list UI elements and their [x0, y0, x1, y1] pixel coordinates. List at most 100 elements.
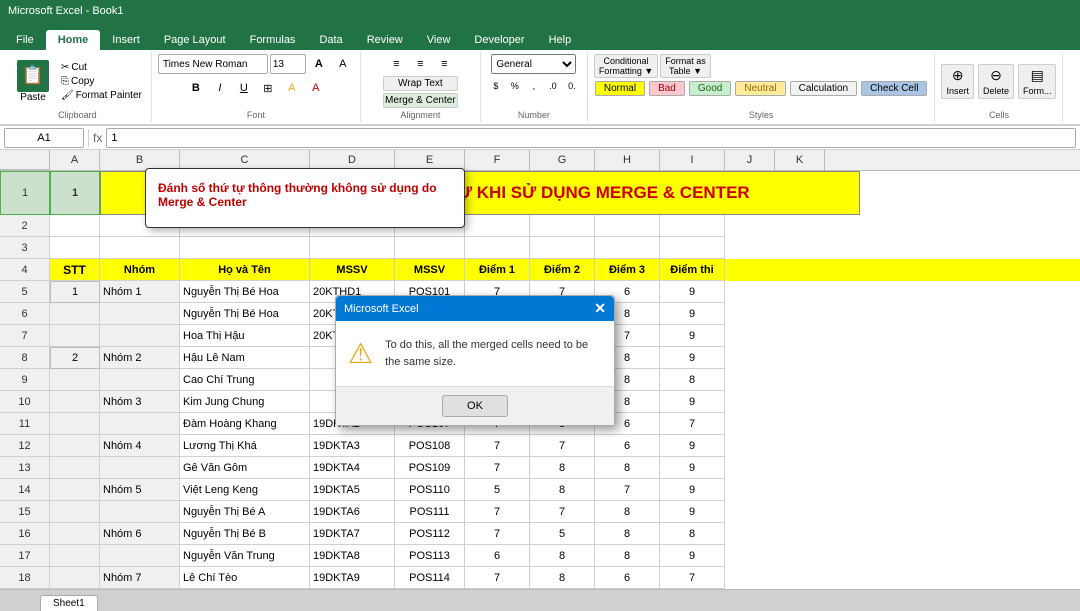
cell-f4[interactable]: Điểm 1 — [465, 259, 530, 281]
cell-i13[interactable]: 9 — [660, 457, 725, 479]
cell-e12[interactable]: POS108 — [395, 435, 465, 457]
col-header-h[interactable]: H — [595, 150, 660, 170]
cell-g15[interactable]: 7 — [530, 501, 595, 523]
cell-f2[interactable] — [465, 215, 530, 237]
cell-d16[interactable]: 19DKTA7 — [310, 523, 395, 545]
cell-c12[interactable]: Lương Thị Khá — [180, 435, 310, 457]
sheet-tab-sheet1[interactable]: Sheet1 — [40, 595, 98, 611]
cell-f12[interactable]: 7 — [465, 435, 530, 457]
tab-home[interactable]: Home — [46, 30, 101, 50]
cell-f13[interactable]: 7 — [465, 457, 530, 479]
cell-b17[interactable] — [100, 545, 180, 567]
style-bad[interactable]: Bad — [649, 81, 685, 96]
cell-h18[interactable]: 6 — [595, 567, 660, 589]
paste-button[interactable]: 📋 Paste — [10, 57, 56, 106]
cell-b5[interactable]: Nhóm 1 — [100, 281, 180, 303]
style-neutral[interactable]: Neutral — [735, 81, 785, 96]
cell-g4[interactable]: Điểm 2 — [530, 259, 595, 281]
font-shrink-button[interactable]: A — [332, 54, 354, 74]
cell-i7[interactable]: 9 — [660, 325, 725, 347]
cell-c5[interactable]: Nguyễn Thị Bé Hoa — [180, 281, 310, 303]
cell-f17[interactable]: 6 — [465, 545, 530, 567]
decrease-decimal-button[interactable]: 0. — [563, 76, 581, 96]
col-header-c[interactable]: C — [180, 150, 310, 170]
col-header-d[interactable]: D — [310, 150, 395, 170]
tab-developer[interactable]: Developer — [462, 30, 536, 50]
cell-a15[interactable] — [50, 501, 100, 523]
tab-formulas[interactable]: Formulas — [238, 30, 308, 50]
cell-i11[interactable]: 7 — [660, 413, 725, 435]
merge-center-button[interactable]: Merge & Center — [383, 93, 458, 108]
cell-a7[interactable] — [50, 325, 100, 347]
cell-a5[interactable]: 1 — [50, 281, 100, 303]
cut-button[interactable]: ✂ Cut — [58, 61, 145, 74]
cell-a8[interactable]: 2 — [50, 347, 100, 369]
cell-a14[interactable] — [50, 479, 100, 501]
cell-i4[interactable]: Điểm thi — [660, 259, 725, 281]
cell-e17[interactable]: POS113 — [395, 545, 465, 567]
number-format-selector[interactable]: General — [491, 54, 576, 74]
cell-d4[interactable]: MSSV — [310, 259, 395, 281]
cell-i17[interactable]: 9 — [660, 545, 725, 567]
cell-b15[interactable] — [100, 501, 180, 523]
cell-a3[interactable] — [50, 237, 100, 259]
cell-g2[interactable] — [530, 215, 595, 237]
cell-i2[interactable] — [660, 215, 725, 237]
cell-f16[interactable]: 7 — [465, 523, 530, 545]
comma-button[interactable]: , — [525, 76, 543, 96]
cell-d18[interactable]: 19DKTA9 — [310, 567, 395, 589]
increase-decimal-button[interactable]: .0 — [544, 76, 562, 96]
cell-i12[interactable]: 9 — [660, 435, 725, 457]
align-center-button[interactable]: ≡ — [409, 54, 431, 74]
cell-i10[interactable]: 9 — [660, 391, 725, 413]
cell-d12[interactable]: 19DKTA3 — [310, 435, 395, 457]
cell-i5[interactable]: 9 — [660, 281, 725, 303]
insert-cells-button[interactable]: ⊕ Insert — [941, 64, 974, 99]
formula-input[interactable] — [106, 128, 1076, 148]
underline-button[interactable]: U — [233, 78, 255, 98]
italic-button[interactable]: I — [209, 78, 231, 98]
font-grow-button[interactable]: A — [308, 54, 330, 74]
cell-a10[interactable] — [50, 391, 100, 413]
cell-a13[interactable] — [50, 457, 100, 479]
col-header-e[interactable]: E — [395, 150, 465, 170]
style-check-cell[interactable]: Check Cell — [861, 81, 927, 96]
tab-page-layout[interactable]: Page Layout — [152, 30, 238, 50]
cell-c13[interactable]: Gê Văn Gôm — [180, 457, 310, 479]
cell-a6[interactable] — [50, 303, 100, 325]
font-name-selector[interactable] — [158, 54, 268, 74]
cell-c14[interactable]: Việt Leng Keng — [180, 479, 310, 501]
cell-b11[interactable] — [100, 413, 180, 435]
cell-d17[interactable]: 19DKTA8 — [310, 545, 395, 567]
col-header-j[interactable]: J — [725, 150, 775, 170]
cell-a12[interactable] — [50, 435, 100, 457]
cell-i9[interactable]: 8 — [660, 369, 725, 391]
cell-h15[interactable]: 8 — [595, 501, 660, 523]
cell-b16[interactable]: Nhóm 6 — [100, 523, 180, 545]
cell-f15[interactable]: 7 — [465, 501, 530, 523]
cell-d13[interactable]: 19DKTA4 — [310, 457, 395, 479]
cell-b18[interactable]: Nhóm 7 — [100, 567, 180, 589]
cell-c7[interactable]: Hoa Thị Hậu — [180, 325, 310, 347]
cell-g18[interactable]: 8 — [530, 567, 595, 589]
col-header-b[interactable]: B — [100, 150, 180, 170]
cell-d3[interactable] — [310, 237, 395, 259]
cell-b7[interactable] — [100, 325, 180, 347]
format-painter-button[interactable]: 🖌 Format Painter — [58, 89, 145, 102]
cell-h3[interactable] — [595, 237, 660, 259]
tab-review[interactable]: Review — [355, 30, 415, 50]
cell-h14[interactable]: 7 — [595, 479, 660, 501]
cell-b8[interactable]: Nhóm 2 — [100, 347, 180, 369]
cell-c11[interactable]: Đàm Hoàng Khang — [180, 413, 310, 435]
cell-c17[interactable]: Nguyễn Văn Trung — [180, 545, 310, 567]
cell-a16[interactable] — [50, 523, 100, 545]
cell-i15[interactable]: 9 — [660, 501, 725, 523]
cell-a18[interactable] — [50, 567, 100, 589]
cell-c4[interactable]: Họ và Tên — [180, 259, 310, 281]
cell-c3[interactable] — [180, 237, 310, 259]
dialog-close-icon[interactable]: ✕ — [594, 300, 606, 317]
cell-a2[interactable] — [50, 215, 100, 237]
cell-h4[interactable]: Điểm 3 — [595, 259, 660, 281]
conditional-formatting-button[interactable]: ConditionalFormatting ▼ — [594, 54, 658, 78]
cell-e18[interactable]: POS114 — [395, 567, 465, 589]
